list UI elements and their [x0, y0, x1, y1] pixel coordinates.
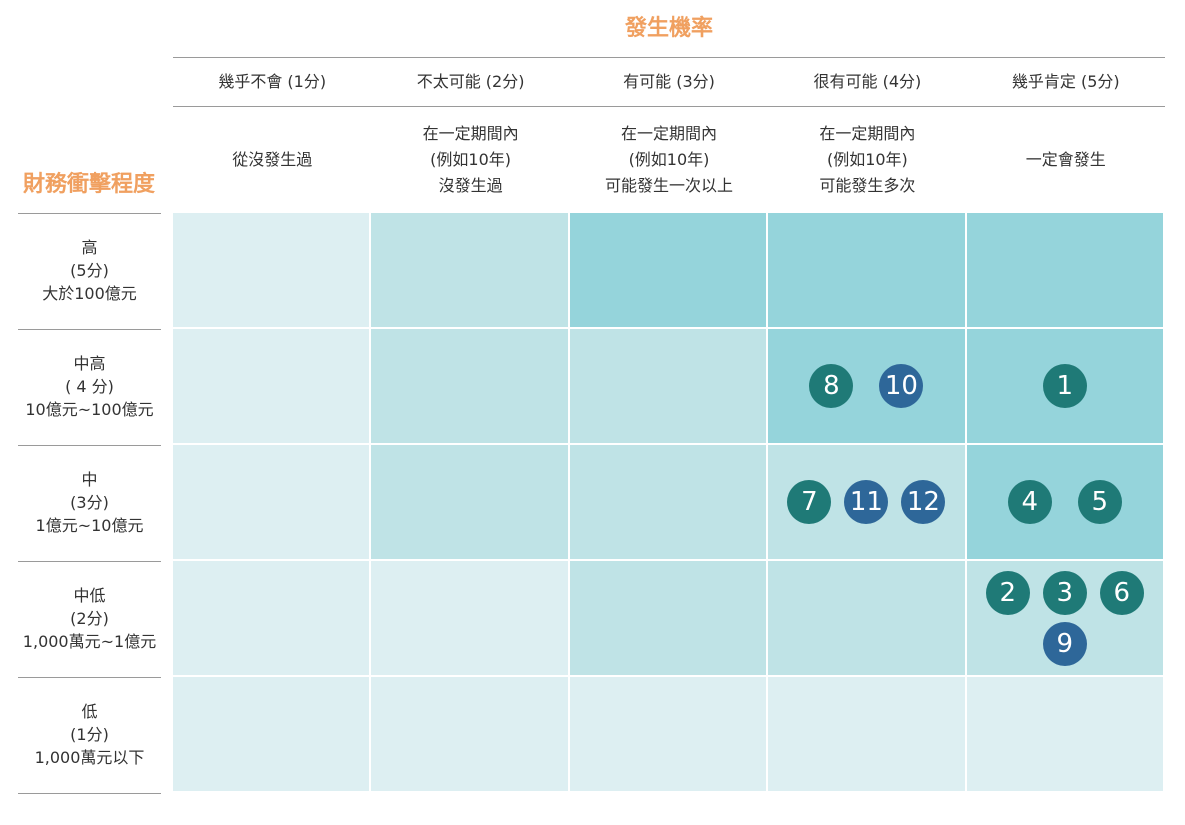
matrix-cell	[173, 561, 370, 675]
row-label-line: 大於100億元	[42, 284, 137, 303]
row-label-line: 中	[81, 470, 98, 489]
column-label: 不太可能 (2分)	[416, 72, 525, 91]
matrix-cell	[768, 677, 965, 791]
risk-marker: 1	[1042, 364, 1087, 408]
column-description-line: 從沒發生過	[232, 150, 313, 169]
column-description: 在一定期間內 (例如10年) 沒發生過	[371, 108, 569, 212]
column-label: 很有可能 (4分)	[813, 72, 922, 91]
likelihood-axis-title: 發生機率	[624, 16, 713, 41]
matrix-cell	[569, 329, 767, 443]
matrix-cell	[768, 561, 965, 675]
header-rule	[173, 106, 1165, 107]
matrix-cell	[173, 329, 370, 443]
impact-axis-title: 財務衝擊程度	[22, 172, 155, 197]
column-description-line: 在一定期間內	[620, 124, 717, 143]
column-description-line: 一定會發生	[1025, 150, 1106, 169]
row-label-line: (2分)	[70, 609, 109, 628]
row-label-line: 中高	[73, 354, 106, 373]
row-label-line: 高	[81, 238, 98, 257]
column-label: 有可能 (3分)	[623, 72, 715, 91]
row-label-line: 1億元~10億元	[35, 516, 144, 535]
column-description-line: 沒發生過	[438, 176, 503, 195]
matrix-cell	[768, 213, 965, 327]
matrix-cell	[966, 445, 1163, 559]
matrix-cell	[569, 561, 767, 675]
column-description: 一定會發生	[967, 108, 1165, 212]
matrix-cell	[173, 445, 370, 559]
risk-marker: 5	[1077, 480, 1122, 524]
column-label: 幾乎肯定 (5分)	[1011, 72, 1120, 91]
matrix-cell	[569, 677, 767, 791]
risk-marker: 2	[985, 570, 1030, 615]
column-description-line: (例如10年)	[628, 150, 710, 169]
row-label: 中高 ( 4 分) 10億元~100億元	[18, 329, 161, 444]
row-label-line: (3分)	[70, 493, 109, 512]
row-rule	[18, 793, 161, 794]
risk-marker: 3	[1042, 570, 1087, 615]
column-description-line: 可能發生一次以上	[604, 176, 733, 195]
column-description-line: 可能發生多次	[819, 176, 916, 195]
row-label-line: ( 4 分)	[65, 377, 114, 396]
matrix-cell	[569, 445, 767, 559]
column-description: 從沒發生過	[173, 108, 371, 212]
header-rule	[173, 57, 1165, 58]
risk-marker: 4	[1007, 480, 1052, 524]
column-description: 在一定期間內 (例如10年) 可能發生多次	[768, 108, 966, 212]
row-label-line: 1,000萬元以下	[34, 748, 145, 767]
matrix-cell	[173, 213, 370, 327]
matrix-cell	[371, 677, 568, 791]
column-description: 在一定期間內 (例如10年) 可能發生一次以上	[570, 108, 768, 212]
matrix-cell	[371, 329, 568, 443]
matrix-cell	[966, 213, 1163, 327]
row-label-line: 低	[81, 702, 98, 721]
matrix-cell	[768, 329, 965, 443]
column-description-line: (例如10年)	[826, 150, 908, 169]
matrix-cell	[371, 445, 568, 559]
matrix-cell	[966, 677, 1163, 791]
row-label-line: 1,000萬元~1億元	[22, 632, 157, 651]
row-label-line: 10億元~100億元	[25, 400, 154, 419]
row-label: 高 (5分) 大於100億元	[18, 213, 161, 328]
row-label-line: (1分)	[70, 725, 109, 744]
matrix-cell	[173, 677, 370, 791]
matrix-cell	[371, 213, 568, 327]
matrix-cell	[569, 213, 767, 327]
risk-marker: 6	[1099, 570, 1144, 615]
row-label-line: 中低	[73, 586, 106, 605]
column-description-line: 在一定期間內	[819, 124, 916, 143]
column-description-line: 在一定期間內	[422, 124, 519, 143]
row-label: 中 (3分) 1億元~10億元	[18, 445, 161, 560]
row-label: 低 (1分) 1,000萬元以下	[18, 677, 161, 792]
matrix-cell	[371, 561, 568, 675]
row-label-line: (5分)	[70, 261, 109, 280]
column-label: 幾乎不會 (1分)	[218, 72, 327, 91]
risk-marker: 9	[1042, 621, 1087, 666]
row-label: 中低 (2分) 1,000萬元~1億元	[18, 561, 161, 676]
column-description-line: (例如10年)	[430, 150, 512, 169]
